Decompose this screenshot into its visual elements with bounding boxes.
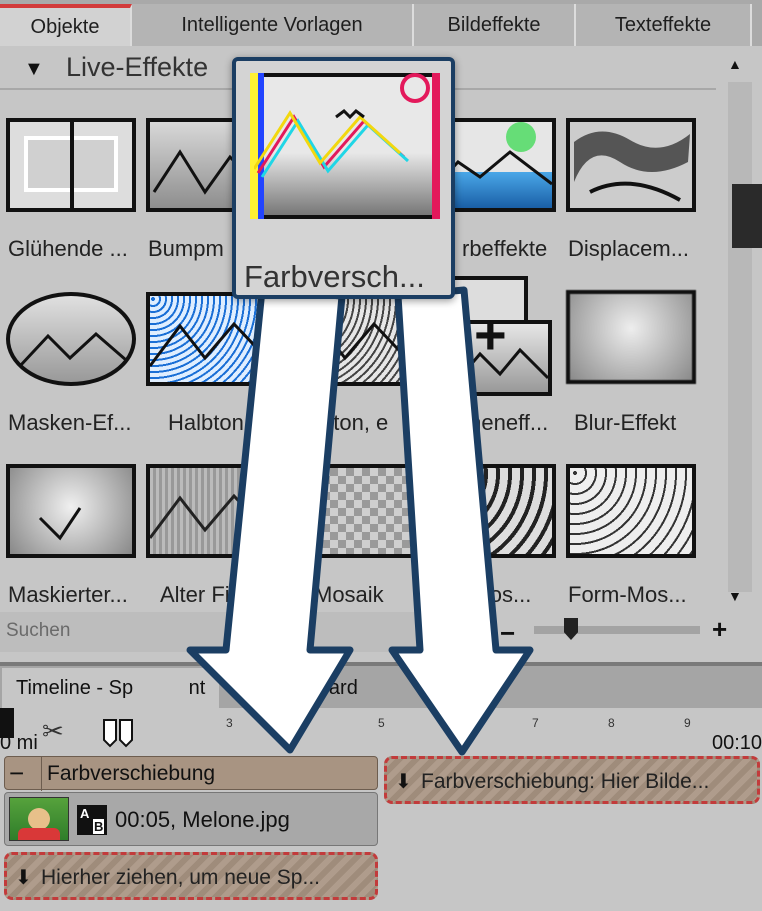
popup-thumbnail: [250, 73, 440, 219]
dragged-effect-popup[interactable]: Farbversch...: [232, 57, 455, 299]
popup-label: Farbversch...: [244, 259, 425, 294]
